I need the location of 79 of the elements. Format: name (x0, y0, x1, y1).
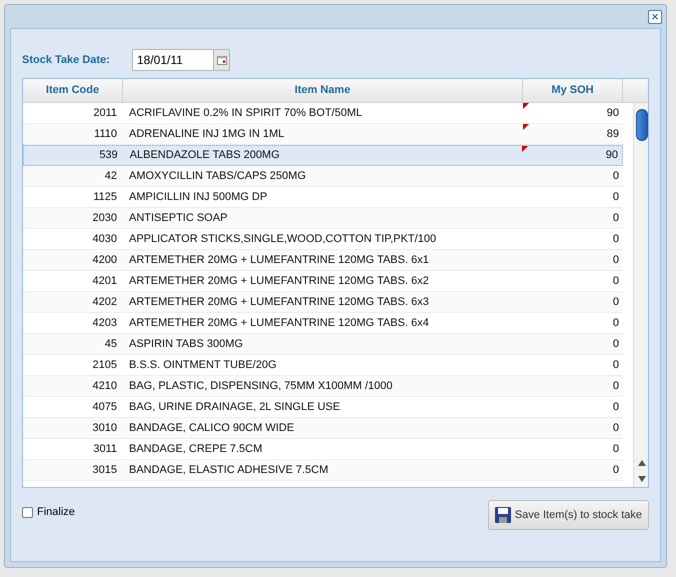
table-cell-text: 0 (612, 252, 619, 268)
table-cell-text: 2105 (92, 358, 118, 373)
table-cell-text: APPLICATOR STICKS,SINGLE,WOOD,COTTON TIP,PKT/100 (128, 232, 438, 247)
scroll-down-icon[interactable] (638, 476, 646, 482)
table-cell-text: 0 (612, 190, 619, 205)
table-cell-text: 1110 (93, 126, 118, 142)
table-cell-text: 0 (612, 378, 619, 394)
table-cell-text: 2030 (92, 210, 118, 226)
table-cell-text: 0 (612, 294, 619, 310)
table-cell-text: 4210 (92, 378, 118, 394)
table-cell-text: 4030 (92, 232, 118, 247)
table-cell-text: ANTISEPTIC SOAP (128, 210, 228, 226)
table-cell-text: 0 (612, 400, 619, 415)
table-cell-text: 0 (612, 210, 619, 226)
table-row[interactable]: 4210 BAG, PLASTIC, DISPENSING, 75MM X100MM /1000 0 (23, 376, 623, 397)
save-button[interactable]: Save Item(s) to stock take (488, 500, 649, 530)
table-cell-text: 4202 (92, 294, 118, 310)
table-cell-text: ASPIRIN TABS 300MG (128, 336, 244, 352)
table-cell-text: ADRENALINE INJ 1MG IN 1ML (128, 126, 286, 142)
table-cell-text: B.S.S. OINTMENT TUBE/20G (128, 358, 278, 373)
table-cell-text: AMPICILLIN INJ 500MG DP (128, 190, 268, 205)
table-cell-text: 2011 (92, 106, 118, 121)
table-cell-text: 90 (606, 106, 619, 121)
table-cell-text: BAG, PLASTIC, DISPENSING, 75MM X100MM /1000 (128, 378, 394, 394)
table-cell-text: 1125 (92, 190, 118, 205)
table-cell-text: 90 (606, 148, 618, 164)
table-cell-text: 0 (612, 462, 619, 478)
table-cell-text: 0 (612, 420, 619, 436)
table-cell-text: 4203 (92, 316, 118, 331)
table-cell-text: 0 (612, 232, 619, 247)
table-cell-text: BANDAGE, ELASTIC ADHESIVE 7.5CM (128, 462, 330, 478)
column-header[interactable]: Item Code (46, 82, 100, 99)
table-cell-text: 0 (612, 274, 619, 289)
table-cell-text: 3015 (92, 462, 118, 478)
table-cell-text: 4201 (92, 274, 118, 289)
table-cell-text: 45 (104, 336, 118, 352)
table-cell-text: ARTEMETHER 20MG + LUMEFANTRINE 120MG TABS. 6x1 (128, 252, 430, 268)
table-row[interactable]: 45 ASPIRIN TABS 300MG 0 (23, 334, 623, 355)
table-cell-text: 4075 (92, 400, 118, 415)
table-row[interactable]: 42 AMOXYCILLIN TABS/CAPS 250MG 0 (23, 166, 623, 187)
table-cell-text: BANDAGE, CALICO 90CM WIDE (128, 420, 296, 436)
table-cell-text: ARTEMETHER 20MG + LUMEFANTRINE 120MG TABS. 6x2 (128, 274, 430, 289)
date-label: Stock Take Date: (22, 52, 111, 68)
table-cell-text: ARTEMETHER 20MG + LUMEFANTRINE 120MG TABS. 6x3 (128, 294, 430, 310)
table-cell-text: 3010 (92, 420, 118, 436)
table-cell-text: 42 (104, 168, 118, 184)
table-cell-text: 539 (98, 148, 119, 164)
scroll-thumb[interactable] (636, 109, 648, 141)
table-row[interactable]: 3015 BANDAGE, ELASTIC ADHESIVE 7.5CM 0 (23, 460, 623, 481)
column-header[interactable]: My SOH (551, 82, 594, 99)
calendar-icon[interactable] (213, 50, 229, 70)
table-cell-text: BAG, URINE DRAINAGE, 2L SINGLE USE (128, 400, 342, 415)
table-cell-text: ARTEMETHER 20MG + LUMEFANTRINE 120MG TABS. 6x4 (128, 316, 430, 331)
close-button[interactable]: × (648, 10, 662, 24)
scrollbar[interactable] (633, 103, 648, 487)
scroll-up-icon[interactable] (638, 460, 646, 466)
column-header[interactable]: Item Name (294, 82, 350, 99)
table-cell-text: 0 (612, 168, 619, 184)
table-cell-text: 4200 (92, 252, 118, 268)
table-row[interactable]: 2011 ACRIFLAVINE 0.2% IN SPIRIT 70% BOT/50ML 90 (23, 103, 623, 124)
table-row[interactable]: 3010 BANDAGE, CALICO 90CM WIDE 0 (23, 418, 623, 439)
table-cell-text: BANDAGE, CREPE 7.5CM (128, 442, 264, 457)
table-row[interactable]: 2030 ANTISEPTIC SOAP 0 (23, 208, 623, 229)
table-row[interactable]: 4200 ARTEMETHER 20MG + LUMEFANTRINE 120MG TABS. 6x1 0 (23, 250, 623, 271)
table-cell-text: 0 (612, 316, 619, 331)
date-field[interactable]: 18/01/11 (132, 49, 230, 71)
table-cell-text: 0 (612, 358, 619, 373)
table-cell-text: ALBENDAZOLE TABS 200MG (128, 148, 281, 164)
table-row[interactable]: 4202 ARTEMETHER 20MG + LUMEFANTRINE 120MG TABS. 6x3 0 (23, 292, 623, 313)
table-cell-text: 89 (606, 126, 619, 142)
table-cell-text: ACRIFLAVINE 0.2% IN SPIRIT 70% BOT/50ML (128, 106, 364, 121)
table-cell-text: 0 (612, 336, 619, 352)
table-cell-text: AMOXYCILLIN TABS/CAPS 250MG (128, 168, 307, 184)
finalize-label: Finalize (37, 505, 75, 520)
table-cell-text: 0 (612, 442, 619, 457)
finalize-checkbox[interactable] (22, 506, 33, 518)
table-row[interactable]: 1110 ADRENALINE INJ 1MG IN 1ML 89 (23, 124, 623, 145)
table-cell-text: 3011 (92, 442, 118, 457)
table-row[interactable]: 539 ALBENDAZOLE TABS 200MG 90 (23, 145, 623, 166)
